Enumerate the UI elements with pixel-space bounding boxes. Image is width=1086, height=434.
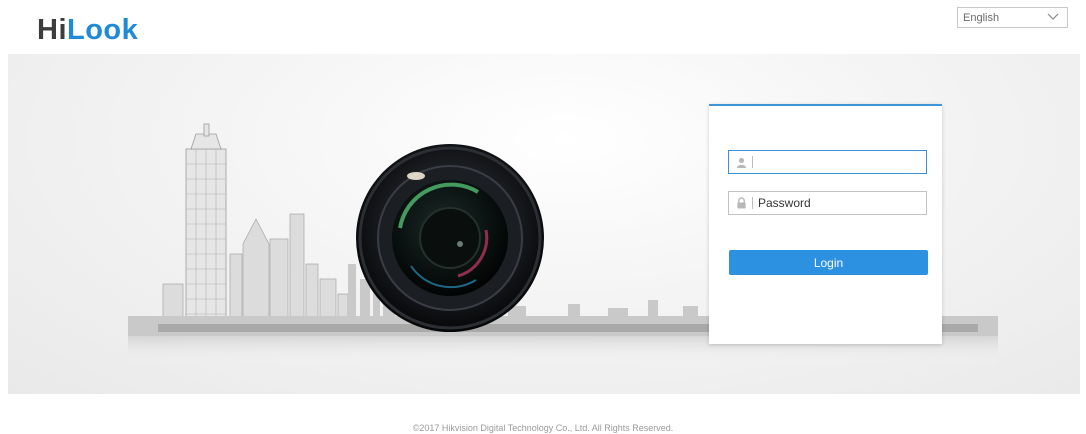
language-select[interactable]: English [957, 7, 1068, 28]
lock-icon [732, 192, 750, 214]
password-input[interactable] [758, 193, 926, 213]
username-input[interactable] [758, 152, 926, 172]
field-separator [752, 156, 753, 168]
hilook-logo: Hi Look [37, 13, 138, 47]
login-panel [709, 104, 942, 344]
login-button[interactable]: Login [729, 250, 928, 275]
logo-text-look: Look [67, 13, 139, 46]
field-separator [752, 197, 753, 209]
login-button-label: Login [813, 255, 844, 270]
chevron-down-icon [1047, 13, 1059, 20]
language-selected-value: English [963, 11, 1000, 24]
password-field[interactable] [728, 191, 927, 215]
username-field[interactable] [728, 150, 927, 174]
copyright-text: ©2017 Hikvision Digital Technology Co., … [412, 423, 674, 433]
user-icon [732, 151, 750, 173]
logo-text-hi: Hi [37, 13, 67, 46]
